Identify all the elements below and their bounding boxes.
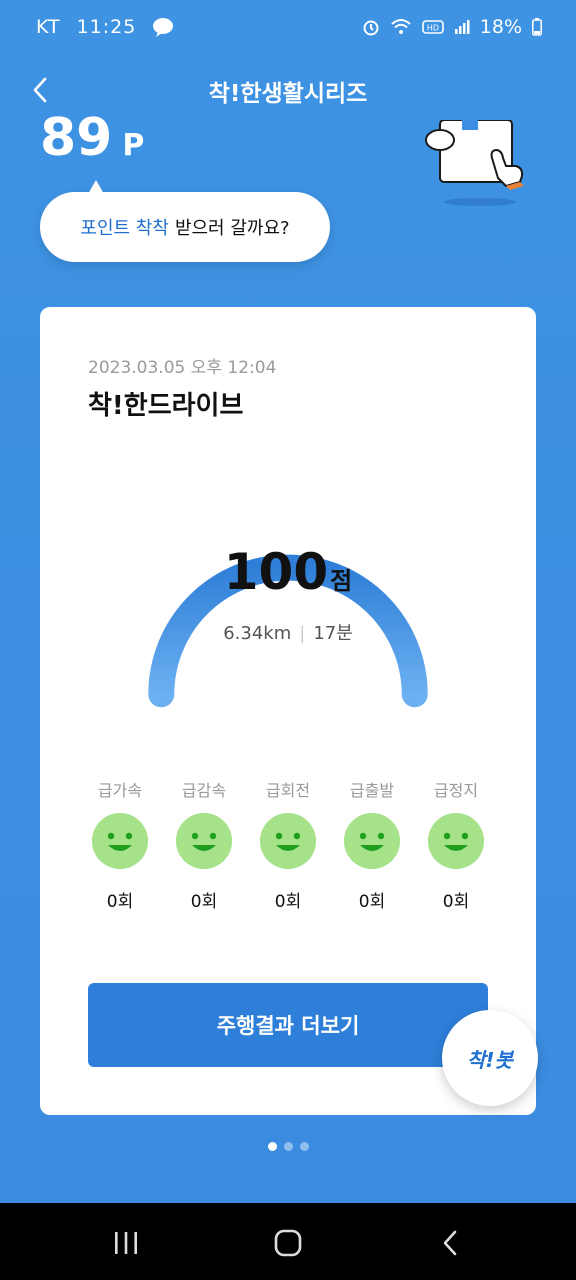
system-nav-bar xyxy=(0,1203,576,1280)
card-title: 착!한드라이브 xyxy=(88,391,244,421)
status-bar: KT 11:25 HD 18% xyxy=(0,0,576,56)
recent-apps-icon xyxy=(115,1232,137,1254)
page-dot-1[interactable] xyxy=(267,1142,277,1151)
trip-distance: 6.34km xyxy=(223,623,292,644)
app-bar: 착!한생활시리즈 xyxy=(0,60,576,120)
event-count: 0회 xyxy=(358,892,386,912)
trip-summary: 6.34km | 17분 xyxy=(40,619,536,645)
hand-tap-illustration xyxy=(425,120,524,206)
event-count: 0회 xyxy=(106,892,134,912)
event-count: 0회 xyxy=(274,892,302,912)
event-count: 0회 xyxy=(190,892,218,912)
battery-icon xyxy=(532,18,542,36)
points-value: 89 xyxy=(40,112,113,160)
points-display: 89 P xyxy=(40,112,144,160)
event-label: 급가속 xyxy=(97,781,143,800)
event-sudden-start: 급출발 0회 xyxy=(332,777,412,912)
clock: 11:25 xyxy=(76,16,137,38)
trip-duration: 17분 xyxy=(313,623,353,644)
smile-face-icon xyxy=(344,813,400,869)
driving-events: 급가속 0회 급감속 0회 급회전 0회 급출발 0회 급정지 0회 xyxy=(80,777,496,912)
battery-percent: 18% xyxy=(479,16,522,38)
home-button[interactable] xyxy=(268,1225,308,1261)
points-unit: P xyxy=(122,128,145,161)
event-count: 0회 xyxy=(442,892,470,912)
bubble-text: 받으러 갈까요? xyxy=(174,218,290,239)
trip-date: 2023.03.05 오후 12:04 xyxy=(88,358,277,378)
score-display: 100점 xyxy=(40,543,536,601)
event-label: 급출발 xyxy=(349,781,395,800)
smile-face-icon xyxy=(428,813,484,869)
nav-back-button[interactable] xyxy=(430,1225,470,1261)
event-label: 급감속 xyxy=(181,781,227,800)
hd-icon: HD xyxy=(421,20,444,34)
svg-text:HD: HD xyxy=(427,24,439,33)
page-title: 착!한생활시리즈 xyxy=(208,81,368,107)
score-unit: 점 xyxy=(330,567,353,595)
page-dot-3[interactable] xyxy=(299,1142,309,1151)
carrier-label: KT xyxy=(36,16,61,38)
event-hard-acceleration: 급가속 0회 xyxy=(80,777,160,912)
page-indicator xyxy=(0,1142,576,1151)
wifi-icon xyxy=(391,19,411,34)
event-sudden-stop: 급정지 0회 xyxy=(416,777,496,912)
talk-notification-icon xyxy=(153,18,174,37)
signal-icon xyxy=(454,20,470,34)
event-sharp-turn: 급회전 0회 xyxy=(248,777,328,912)
page-dot-2[interactable] xyxy=(283,1142,293,1151)
more-results-button[interactable]: 주행결과 더보기 xyxy=(88,983,488,1067)
trip-divider: | xyxy=(299,623,306,644)
score-value: 100 xyxy=(223,543,329,601)
alarm-icon xyxy=(363,20,379,36)
bubble-highlight: 포인트 착착 xyxy=(80,218,169,239)
home-icon xyxy=(274,1229,302,1257)
event-hard-braking: 급감속 0회 xyxy=(164,777,244,912)
recent-apps-button[interactable] xyxy=(106,1225,146,1261)
smile-face-icon xyxy=(176,813,232,869)
chatbot-button[interactable]: 착!봇 xyxy=(442,1010,538,1106)
event-label: 급정지 xyxy=(433,781,479,800)
smile-face-icon xyxy=(260,813,316,869)
back-arrow-icon xyxy=(443,1230,457,1256)
smile-face-icon xyxy=(92,813,148,869)
driving-result-card: 2023.03.05 오후 12:04 착!한드라이브 100점 6.34km |… xyxy=(40,307,536,1115)
event-label: 급회전 xyxy=(265,781,311,800)
point-bubble[interactable]: 포인트 착착 받으러 갈까요? xyxy=(40,180,330,262)
